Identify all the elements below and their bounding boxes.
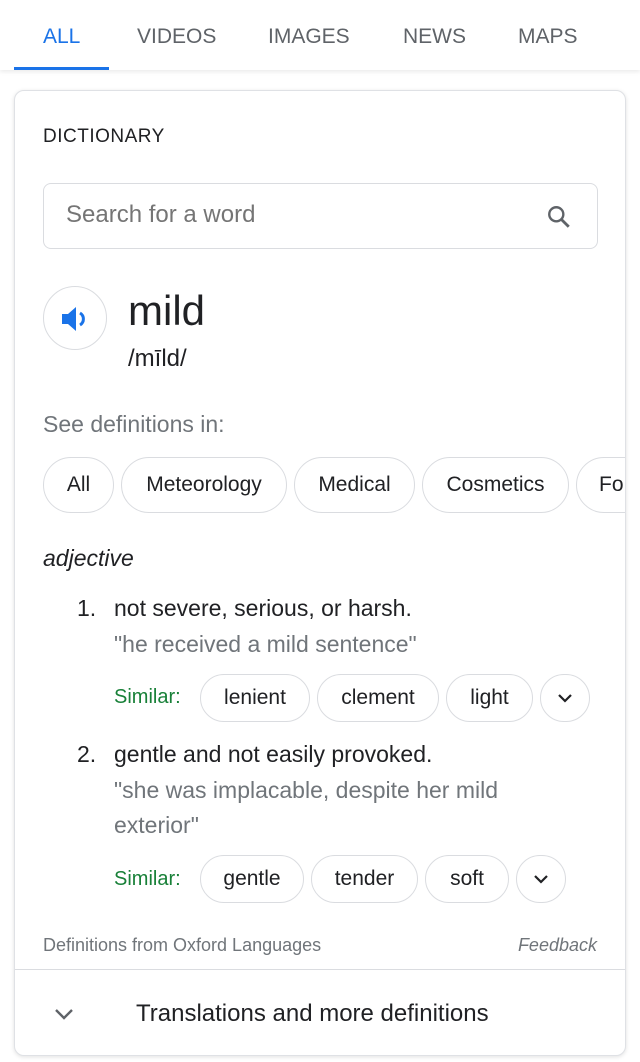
source-attribution: Definitions from Oxford Languages [43, 935, 322, 955]
expand-similar-button[interactable] [516, 855, 566, 903]
tab-videos[interactable]: VIDEOS [137, 25, 216, 49]
similar-label: Similar: [114, 686, 181, 708]
tab-maps[interactable]: MAPS [518, 25, 578, 49]
similar-chip[interactable]: soft [425, 855, 509, 903]
card-heading: DICTIONARY [43, 126, 165, 147]
similar-chip[interactable]: light [446, 674, 533, 722]
active-tab-indicator [14, 67, 109, 70]
part-of-speech: adjective [43, 545, 134, 571]
category-chip-all[interactable]: All [43, 457, 114, 513]
chevron-down-icon [534, 875, 548, 884]
chevron-down-icon [55, 1009, 73, 1020]
speaker-icon [62, 307, 85, 331]
similar-chip[interactable]: gentle [200, 855, 304, 903]
pronounce-button[interactable] [43, 286, 107, 350]
similar-chip[interactable]: tender [311, 855, 418, 903]
pronunciation: /mīld/ [128, 345, 187, 372]
definition-example: "she was implacable, despite her mild [114, 777, 499, 803]
category-chip-cosmetics[interactable]: Cosmetics [422, 457, 569, 513]
search-tabs: ALL VIDEOS IMAGES NEWS MAPS [0, 0, 640, 70]
definition-example: "he received a mild sentence" [114, 631, 417, 657]
category-chip-food[interactable]: Fo [576, 457, 625, 513]
definition-text: gentle and not easily provoked. [114, 741, 433, 767]
headword: mild [128, 287, 206, 334]
more-definitions-button[interactable]: Translations and more definitions [15, 970, 625, 1055]
definition-example-cont: exterior" [114, 812, 199, 838]
more-definitions-label: Translations and more definitions [136, 1000, 489, 1027]
tab-images[interactable]: IMAGES [268, 25, 350, 49]
definition-text: not severe, serious, or harsh. [114, 595, 412, 621]
tab-all[interactable]: ALL [43, 25, 80, 49]
feedback-link[interactable]: Feedback [518, 935, 597, 956]
expand-similar-button[interactable] [540, 674, 590, 722]
similar-chip[interactable]: clement [317, 674, 439, 722]
word-search-box[interactable] [43, 183, 598, 249]
category-chip-medical[interactable]: Medical [294, 457, 415, 513]
definition-number: 1. [77, 595, 97, 621]
similar-label: Similar: [114, 868, 181, 890]
chevron-down-icon [558, 694, 572, 703]
definition-number: 2. [77, 741, 97, 767]
word-search-input[interactable] [66, 201, 516, 229]
tab-news[interactable]: NEWS [403, 25, 466, 49]
search-icon[interactable] [546, 204, 572, 230]
dictionary-card: DICTIONARY mild /mīld/ See definitions i… [14, 90, 626, 1056]
similar-chip[interactable]: lenient [200, 674, 310, 722]
category-chip-meteorology[interactable]: Meteorology [121, 457, 287, 513]
see-definitions-label: See definitions in: [43, 411, 225, 437]
